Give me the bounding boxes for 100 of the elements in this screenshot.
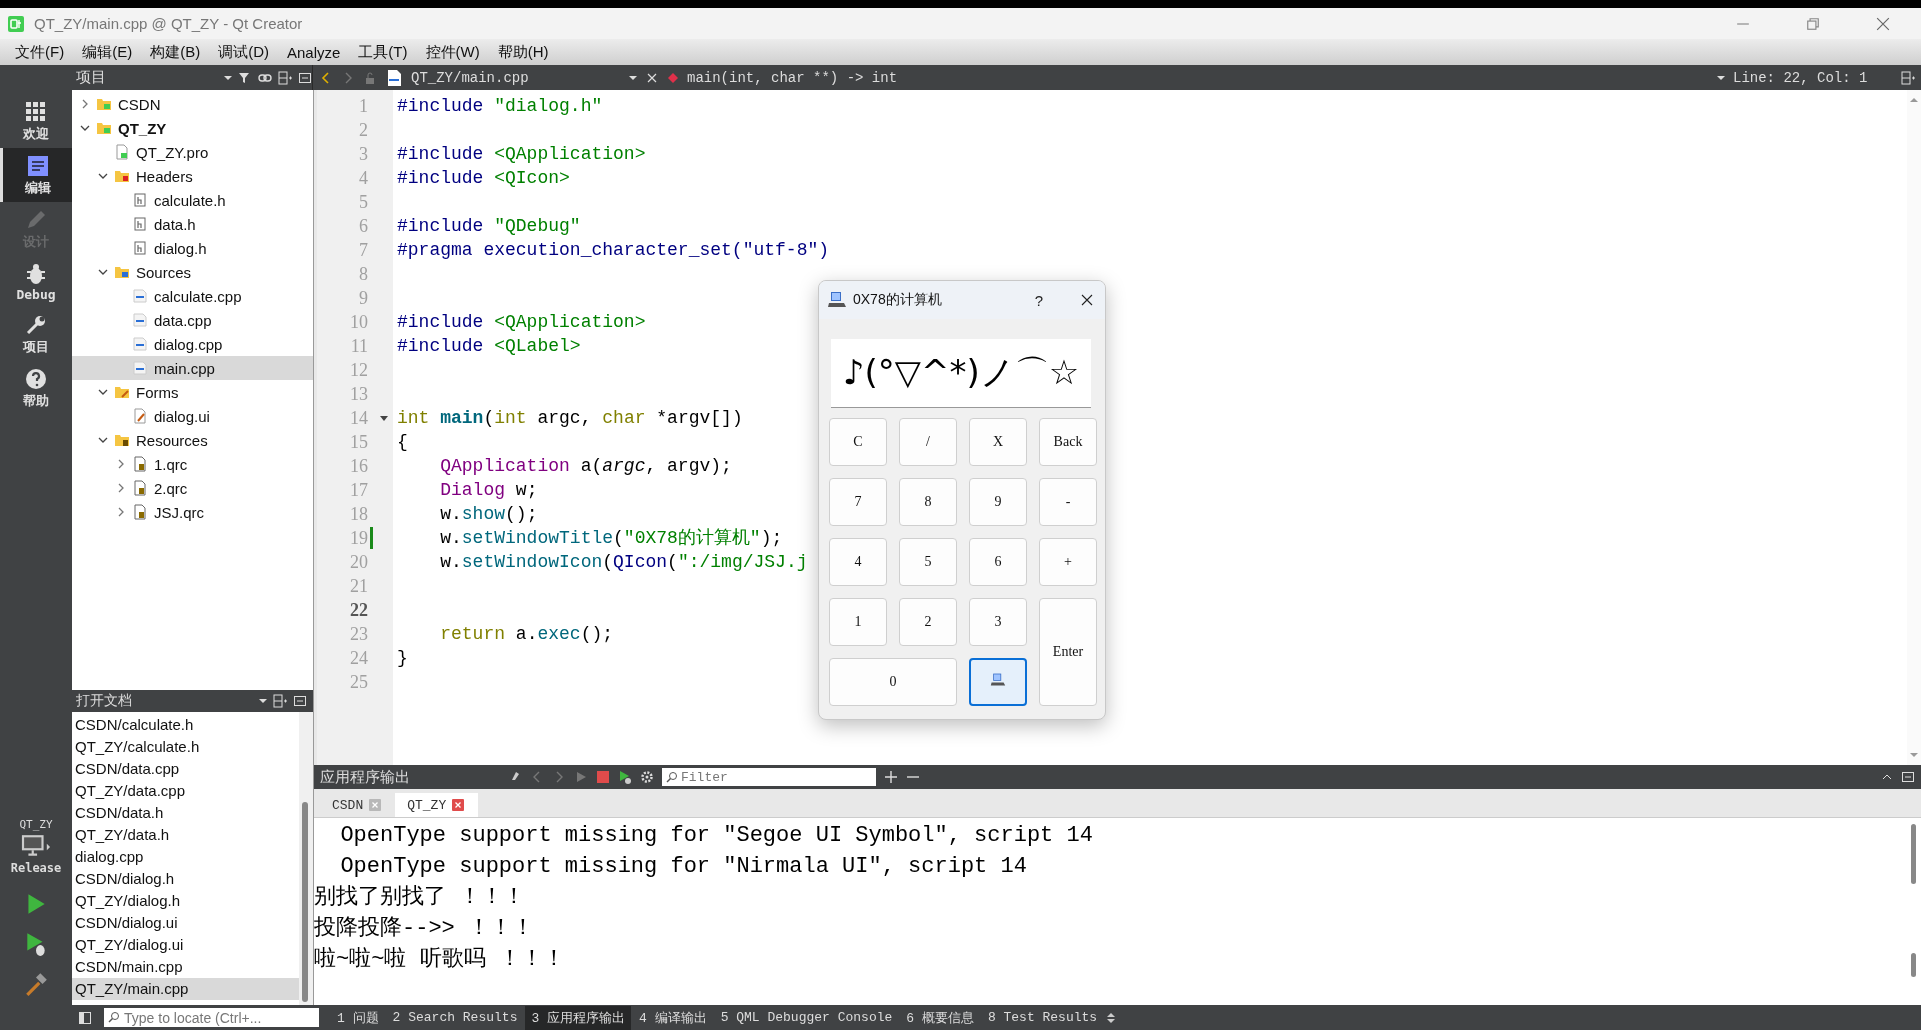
- restore-icon[interactable]: [1806, 16, 1820, 31]
- output-pane-button[interactable]: 3 应用程序输出: [525, 1005, 632, 1030]
- scroll-up-icon[interactable]: [1910, 96, 1918, 104]
- dropdown-icon[interactable]: [259, 697, 267, 705]
- calculator-button[interactable]: Enter: [1039, 598, 1097, 706]
- calculator-button[interactable]: +: [1039, 538, 1097, 586]
- panel-title[interactable]: 项目: [76, 68, 218, 87]
- menu-item[interactable]: 控件(W): [416, 40, 489, 64]
- dropdown-icon[interactable]: [1717, 73, 1725, 82]
- calculator-button[interactable]: -: [1039, 478, 1097, 526]
- document-item[interactable]: CSDN/data.h: [72, 802, 299, 824]
- output-pane-button[interactable]: 2 Search Results: [386, 1007, 524, 1028]
- tree-item[interactable]: Resources: [72, 428, 313, 452]
- output-pane-button[interactable]: 8 Test Results: [981, 1007, 1104, 1028]
- scroll-down-icon[interactable]: [1910, 751, 1918, 759]
- up-down-icon[interactable]: [1105, 1011, 1118, 1024]
- file-name[interactable]: QT_ZY/main.cpp: [411, 69, 621, 86]
- menu-item[interactable]: 调试(D): [209, 40, 278, 64]
- close-panel-icon[interactable]: [1901, 770, 1915, 784]
- menu-item[interactable]: 编辑(E): [73, 40, 142, 64]
- calculator-button[interactable]: 3: [969, 598, 1027, 646]
- tree-item[interactable]: QT_ZY.pro: [72, 140, 313, 164]
- calculator-button[interactable]: /: [899, 418, 957, 466]
- tree-item[interactable]: dialog.cpp: [72, 332, 313, 356]
- help-button[interactable]: ?: [1034, 291, 1043, 309]
- dropdown-icon[interactable]: [629, 73, 637, 82]
- tree-item[interactable]: Forms: [72, 380, 313, 404]
- output-pane-button[interactable]: 1 问题: [331, 1005, 385, 1030]
- icon-button[interactable]: [969, 658, 1027, 706]
- tree-item[interactable]: dialog.h: [72, 236, 313, 260]
- kit-selector[interactable]: QT_ZY Release: [0, 818, 72, 875]
- document-item[interactable]: CSDN/calculate.h: [72, 714, 299, 736]
- calculator-button[interactable]: 2: [899, 598, 957, 646]
- tree-item[interactable]: Headers: [72, 164, 313, 188]
- sidebar-toggle-icon[interactable]: [78, 1010, 92, 1025]
- symbol-selector[interactable]: main(int, char **) -> int: [687, 69, 898, 86]
- filter-field[interactable]: Filter: [662, 768, 876, 786]
- calculator-button[interactable]: X: [969, 418, 1027, 466]
- output-tab[interactable]: QT_ZY: [395, 793, 479, 817]
- tree-item[interactable]: dialog.ui: [72, 404, 313, 428]
- calculator-button[interactable]: 7: [829, 478, 887, 526]
- document-item[interactable]: CSDN/dialog.h: [72, 868, 299, 890]
- document-item[interactable]: QT_ZY/dialog.h: [72, 890, 299, 912]
- tree-item[interactable]: calculate.cpp: [72, 284, 313, 308]
- add-icon[interactable]: [884, 770, 898, 784]
- document-item[interactable]: dialog.cpp: [72, 846, 299, 868]
- document-item[interactable]: QT_ZY/main.cpp: [72, 978, 299, 1000]
- mode-button[interactable]: 欢迎: [0, 94, 72, 148]
- tree-item[interactable]: calculate.h: [72, 188, 313, 212]
- tree-item[interactable]: 2.qrc: [72, 476, 313, 500]
- calculator-button[interactable]: 4: [829, 538, 887, 586]
- mode-button[interactable]: 编辑: [0, 148, 72, 202]
- filter-icon[interactable]: [238, 70, 252, 85]
- menu-item[interactable]: 工具(T): [349, 40, 417, 64]
- gear-icon[interactable]: [640, 770, 654, 784]
- tree-item[interactable]: 1.qrc: [72, 452, 313, 476]
- calculator-button[interactable]: 1: [829, 598, 887, 646]
- document-item[interactable]: QT_ZY/dialog.ui: [72, 934, 299, 956]
- panel-title[interactable]: 打开文档: [76, 692, 132, 710]
- calculator-button[interactable]: Back: [1039, 418, 1097, 466]
- mode-button[interactable]: 项目: [0, 307, 72, 361]
- document-item[interactable]: CSDN/data.cpp: [72, 758, 299, 780]
- menu-item[interactable]: 文件(F): [6, 40, 74, 64]
- document-item[interactable]: QT_ZY/data.h: [72, 824, 299, 846]
- attach-debugger-icon[interactable]: [618, 770, 632, 784]
- close-icon[interactable]: [1081, 294, 1093, 306]
- output-pane-button[interactable]: 6 概要信息: [900, 1005, 980, 1030]
- document-item[interactable]: CSDN/dialog.ui: [72, 912, 299, 934]
- output-pane-button[interactable]: 4 编译输出: [633, 1005, 713, 1030]
- tree-item[interactable]: JSJ.qrc: [72, 500, 313, 524]
- menu-item[interactable]: 构建(B): [141, 40, 210, 64]
- tree-item[interactable]: data.h: [72, 212, 313, 236]
- cursor-position[interactable]: Line: 22, Col: 1: [1733, 69, 1893, 86]
- tree-item[interactable]: QT_ZY: [72, 116, 313, 140]
- document-item[interactable]: CSDN/main.cpp: [72, 956, 299, 978]
- menu-item[interactable]: Analyze: [278, 41, 350, 63]
- close-panel-icon[interactable]: [293, 694, 307, 708]
- tree-item[interactable]: CSDN: [72, 92, 313, 116]
- split-icon[interactable]: [273, 694, 287, 708]
- fold-arrow-icon[interactable]: [379, 413, 389, 423]
- calculator-button[interactable]: 9: [969, 478, 1027, 526]
- dropdown-icon[interactable]: [224, 73, 232, 82]
- tree-item[interactable]: main.cpp: [72, 356, 313, 380]
- calculator-button[interactable]: 0: [829, 658, 957, 706]
- split-icon[interactable]: [278, 70, 292, 85]
- document-item[interactable]: QT_ZY/calculate.h: [72, 736, 299, 758]
- calculator-button[interactable]: 5: [899, 538, 957, 586]
- calculator-button[interactable]: 6: [969, 538, 1027, 586]
- calculator-button[interactable]: 8: [899, 478, 957, 526]
- scrollbar-thumb[interactable]: [1911, 953, 1916, 977]
- output-pane-button[interactable]: 5 QML Debugger Console: [714, 1007, 899, 1028]
- output-tab[interactable]: CSDN: [320, 793, 396, 817]
- mode-button[interactable]: Debug: [0, 256, 72, 307]
- document-item[interactable]: QT_ZY/data.cpp: [72, 780, 299, 802]
- tree-item[interactable]: data.cpp: [72, 308, 313, 332]
- tree-item[interactable]: Sources: [72, 260, 313, 284]
- menu-item[interactable]: 帮助(H): [488, 40, 558, 64]
- hammer-icon[interactable]: [23, 971, 49, 997]
- stop-icon[interactable]: [596, 770, 610, 784]
- calculator-button[interactable]: C: [829, 418, 887, 466]
